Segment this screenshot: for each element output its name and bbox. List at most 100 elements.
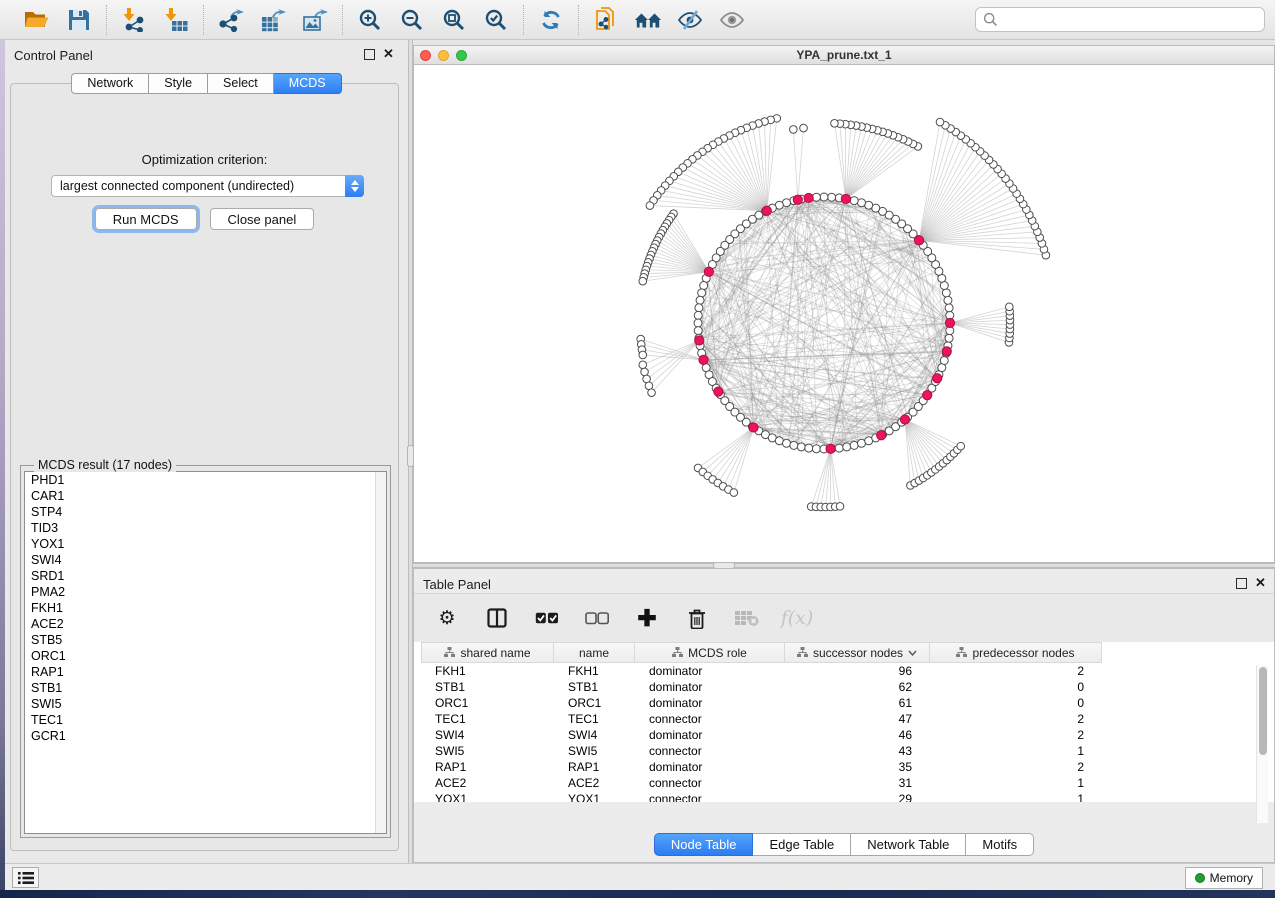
select-all-icon[interactable] [534, 605, 560, 631]
export-image-button[interactable] [301, 6, 329, 34]
hide-selected-button[interactable] [676, 6, 704, 34]
mcds-result-item[interactable]: STP4 [25, 504, 386, 520]
cell-role[interactable]: connector [635, 711, 785, 727]
cell-successors[interactable]: 46 [785, 727, 930, 743]
float-panel-icon[interactable] [364, 49, 375, 60]
mcds-result-item[interactable]: ORC1 [25, 648, 386, 664]
column-header-mcds-role[interactable]: MCDS role [635, 642, 785, 663]
zoom-out-button[interactable] [398, 6, 426, 34]
cell-successors[interactable]: 31 [785, 775, 930, 791]
tab-mcds[interactable]: MCDS [274, 73, 342, 94]
tab-motifs[interactable]: Motifs [966, 833, 1034, 856]
mcds-result-item[interactable]: CAR1 [25, 488, 386, 504]
mcds-result-item[interactable]: RAP1 [25, 664, 386, 680]
tab-network-table[interactable]: Network Table [851, 833, 966, 856]
memory-button[interactable]: Memory [1185, 867, 1263, 889]
search-input[interactable] [998, 13, 1257, 27]
show-all-button[interactable] [718, 6, 746, 34]
deselect-all-icon[interactable] [584, 605, 610, 631]
mcds-result-item[interactable]: TID3 [25, 520, 386, 536]
cell-successors[interactable]: 96 [785, 663, 930, 679]
cell-predecessors[interactable]: 2 [930, 727, 1102, 743]
cell-successors[interactable]: 35 [785, 759, 930, 775]
cell-shared-name[interactable]: ACE2 [421, 775, 554, 791]
cell-shared-name[interactable]: STB1 [421, 679, 554, 695]
cell-predecessors[interactable]: 1 [930, 791, 1102, 802]
cell-name[interactable]: FKH1 [554, 663, 635, 679]
open-session-button[interactable] [23, 6, 51, 34]
cell-shared-name[interactable]: SWI5 [421, 743, 554, 759]
mcds-result-item[interactable]: YOX1 [25, 536, 386, 552]
run-mcds-button[interactable]: Run MCDS [95, 208, 197, 230]
tab-select[interactable]: Select [208, 73, 274, 94]
table-row[interactable]: STB1STB1dominator620 [421, 679, 1249, 695]
scrollbar-thumb[interactable] [1259, 667, 1267, 755]
cell-name[interactable]: TEC1 [554, 711, 635, 727]
save-session-button[interactable] [65, 6, 93, 34]
mcds-result-item[interactable]: PMA2 [25, 584, 386, 600]
mcds-result-item[interactable]: GCR1 [25, 728, 386, 744]
mcds-result-item[interactable]: PHD1 [25, 472, 386, 488]
cell-successors[interactable]: 43 [785, 743, 930, 759]
mcds-result-item[interactable]: FKH1 [25, 600, 386, 616]
cell-predecessors[interactable]: 2 [930, 711, 1102, 727]
mcds-result-item[interactable]: TEC1 [25, 712, 386, 728]
delete-column-icon[interactable] [684, 605, 710, 631]
mcds-result-item[interactable]: STB5 [25, 632, 386, 648]
cell-role[interactable]: connector [635, 743, 785, 759]
cell-name[interactable]: STB1 [554, 679, 635, 695]
cell-predecessors[interactable]: 0 [930, 679, 1102, 695]
close-panel-icon[interactable]: ✕ [1255, 575, 1266, 591]
zoom-in-button[interactable] [356, 6, 384, 34]
cell-shared-name[interactable]: YOX1 [421, 791, 554, 802]
mcds-result-item[interactable]: SWI5 [25, 696, 386, 712]
cell-successors[interactable]: 62 [785, 679, 930, 695]
tab-style[interactable]: Style [149, 73, 208, 94]
cell-role[interactable]: connector [635, 791, 785, 802]
network-canvas[interactable] [414, 65, 1274, 562]
cell-name[interactable]: ACE2 [554, 775, 635, 791]
criterion-select[interactable]: largest connected component (undirected) [51, 175, 364, 197]
zoom-selected-button[interactable] [482, 6, 510, 34]
cell-name[interactable]: RAP1 [554, 759, 635, 775]
close-panel-icon[interactable]: ✕ [383, 46, 394, 62]
table-row[interactable]: SWI5SWI5connector431 [421, 743, 1249, 759]
cell-predecessors[interactable]: 1 [930, 743, 1102, 759]
mcds-result-item[interactable]: SRD1 [25, 568, 386, 584]
cell-predecessors[interactable]: 1 [930, 775, 1102, 791]
cell-name[interactable]: YOX1 [554, 791, 635, 802]
mcds-result-item[interactable]: STB1 [25, 680, 386, 696]
mcds-result-scrollbar[interactable] [375, 472, 386, 833]
cell-role[interactable]: dominator [635, 679, 785, 695]
column-header-name[interactable]: name [554, 642, 635, 663]
table-scrollbar[interactable] [1256, 665, 1268, 823]
cell-name[interactable]: SWI4 [554, 727, 635, 743]
cell-shared-name[interactable]: RAP1 [421, 759, 554, 775]
cell-shared-name[interactable]: TEC1 [421, 711, 554, 727]
close-panel-button[interactable]: Close panel [210, 208, 315, 230]
cell-successors[interactable]: 47 [785, 711, 930, 727]
cell-predecessors[interactable]: 2 [930, 759, 1102, 775]
column-header-shared-name[interactable]: shared name [421, 642, 554, 663]
table-row[interactable]: ORC1ORC1dominator610 [421, 695, 1249, 711]
add-column-icon[interactable]: ✚ [634, 605, 660, 631]
cell-successors[interactable]: 29 [785, 791, 930, 802]
cell-role[interactable]: connector [635, 775, 785, 791]
mcds-result-item[interactable]: ACE2 [25, 616, 386, 632]
export-table-button[interactable] [259, 6, 287, 34]
new-network-button[interactable] [592, 6, 620, 34]
cell-name[interactable]: SWI5 [554, 743, 635, 759]
table-row[interactable]: ACE2ACE2connector311 [421, 775, 1249, 791]
gear-icon[interactable]: ⚙ [434, 605, 460, 631]
table-row[interactable]: FKH1FKH1dominator962 [421, 663, 1249, 679]
cell-predecessors[interactable]: 0 [930, 695, 1102, 711]
table-row[interactable]: YOX1YOX1connector291 [421, 791, 1249, 802]
cell-successors[interactable]: 61 [785, 695, 930, 711]
cell-name[interactable]: ORC1 [554, 695, 635, 711]
table-row[interactable]: SWI4SWI4dominator462 [421, 727, 1249, 743]
cell-role[interactable]: dominator [635, 663, 785, 679]
table-row[interactable]: TEC1TEC1connector472 [421, 711, 1249, 727]
tab-node-table[interactable]: Node Table [654, 833, 754, 856]
split-view-icon[interactable] [484, 605, 510, 631]
task-history-button[interactable] [12, 867, 39, 888]
